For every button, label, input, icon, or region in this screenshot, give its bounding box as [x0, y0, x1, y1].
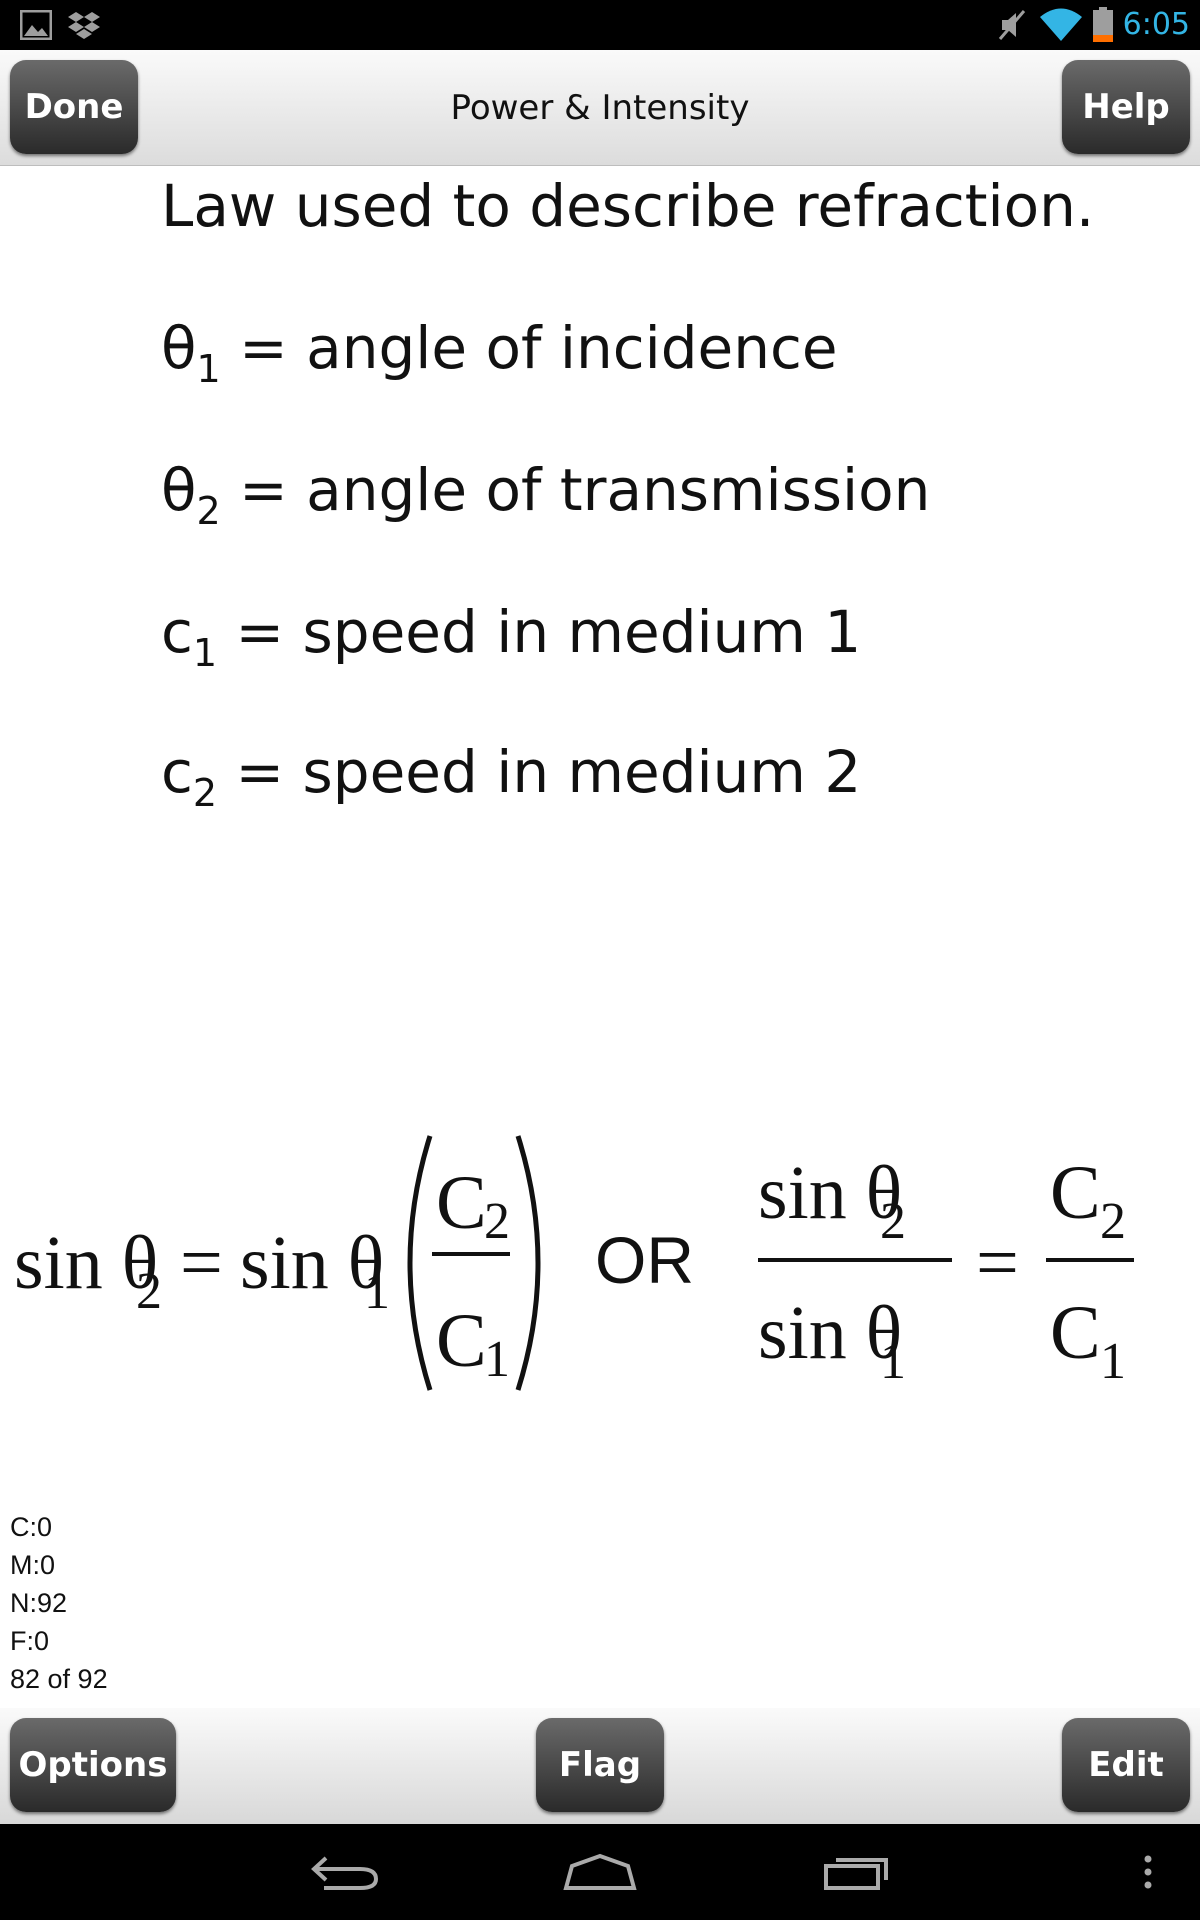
formula-rhs: sin θ — [240, 1221, 384, 1305]
system-nav-bar — [0, 1824, 1200, 1920]
paren-left — [407, 1135, 433, 1391]
status-bar: 6:05 — [0, 0, 1200, 50]
page-title: Power & Intensity — [450, 88, 750, 128]
definition-c2: c2 = speed in medium 2 — [161, 738, 862, 815]
formula-equals: = — [180, 1221, 223, 1305]
battery-icon — [1092, 0, 1114, 50]
frac1-num: C — [436, 1161, 487, 1245]
frac1-num-sub: 2 — [484, 1193, 510, 1250]
clock: 6:05 — [1122, 7, 1190, 42]
stat-new: N:92 — [10, 1588, 68, 1618]
flag-button[interactable]: Flag — [536, 1718, 664, 1812]
card-stats: C:0 M:0 N:92 F:0 82 of 92 — [10, 1508, 108, 1698]
stat-missed: M:0 — [10, 1550, 56, 1580]
frac2-num-sub: 2 — [880, 1193, 906, 1250]
formula-rhs-sub: 1 — [364, 1263, 390, 1320]
stat-correct: C:0 — [10, 1512, 53, 1542]
title-bar: Power & Intensity Done Help — [0, 50, 1200, 166]
recents-icon[interactable] — [812, 1824, 902, 1920]
frac1-den: C — [436, 1299, 487, 1383]
back-icon[interactable] — [300, 1824, 390, 1920]
done-button[interactable]: Done — [10, 60, 138, 154]
wifi-icon — [1040, 0, 1082, 50]
frac2-equals: = — [976, 1221, 1019, 1305]
gallery-icon — [20, 0, 52, 50]
card-progress: 82 of 92 — [10, 1664, 108, 1694]
paren-right — [515, 1135, 541, 1391]
frac3-num: C — [1050, 1151, 1101, 1235]
help-button[interactable]: Help — [1062, 60, 1190, 154]
formula-lhs-sub: 2 — [136, 1263, 162, 1320]
frac1-den-sub: 1 — [484, 1331, 510, 1388]
definition-c1: c1 = speed in medium 1 — [161, 598, 862, 675]
snells-law-formula: sin θ 2 = sin θ 1 C 2 C 1 OR sin θ 2 sin… — [14, 1135, 1134, 1391]
mute-icon — [998, 0, 1028, 50]
bottom-toolbar: Options Flag Edit — [0, 1708, 1200, 1824]
stat-flagged: F:0 — [10, 1626, 50, 1656]
definition-theta1: θ1 = angle of incidence — [161, 314, 838, 391]
formula-or: OR — [595, 1223, 694, 1297]
home-icon[interactable] — [555, 1824, 645, 1920]
edit-button[interactable]: Edit — [1062, 1718, 1190, 1812]
frac3-num-sub: 2 — [1100, 1193, 1126, 1250]
options-button[interactable]: Options — [10, 1718, 176, 1812]
frac2-den-sub: 1 — [880, 1333, 906, 1390]
frac3-den-sub: 1 — [1100, 1333, 1126, 1390]
definition-theta2: θ2 = angle of transmission — [161, 456, 931, 533]
card-heading: Law used to describe refraction. — [161, 172, 1095, 240]
frac3-den: C — [1050, 1291, 1101, 1375]
menu-icon[interactable] — [1128, 1824, 1168, 1920]
dropbox-icon — [68, 0, 100, 50]
